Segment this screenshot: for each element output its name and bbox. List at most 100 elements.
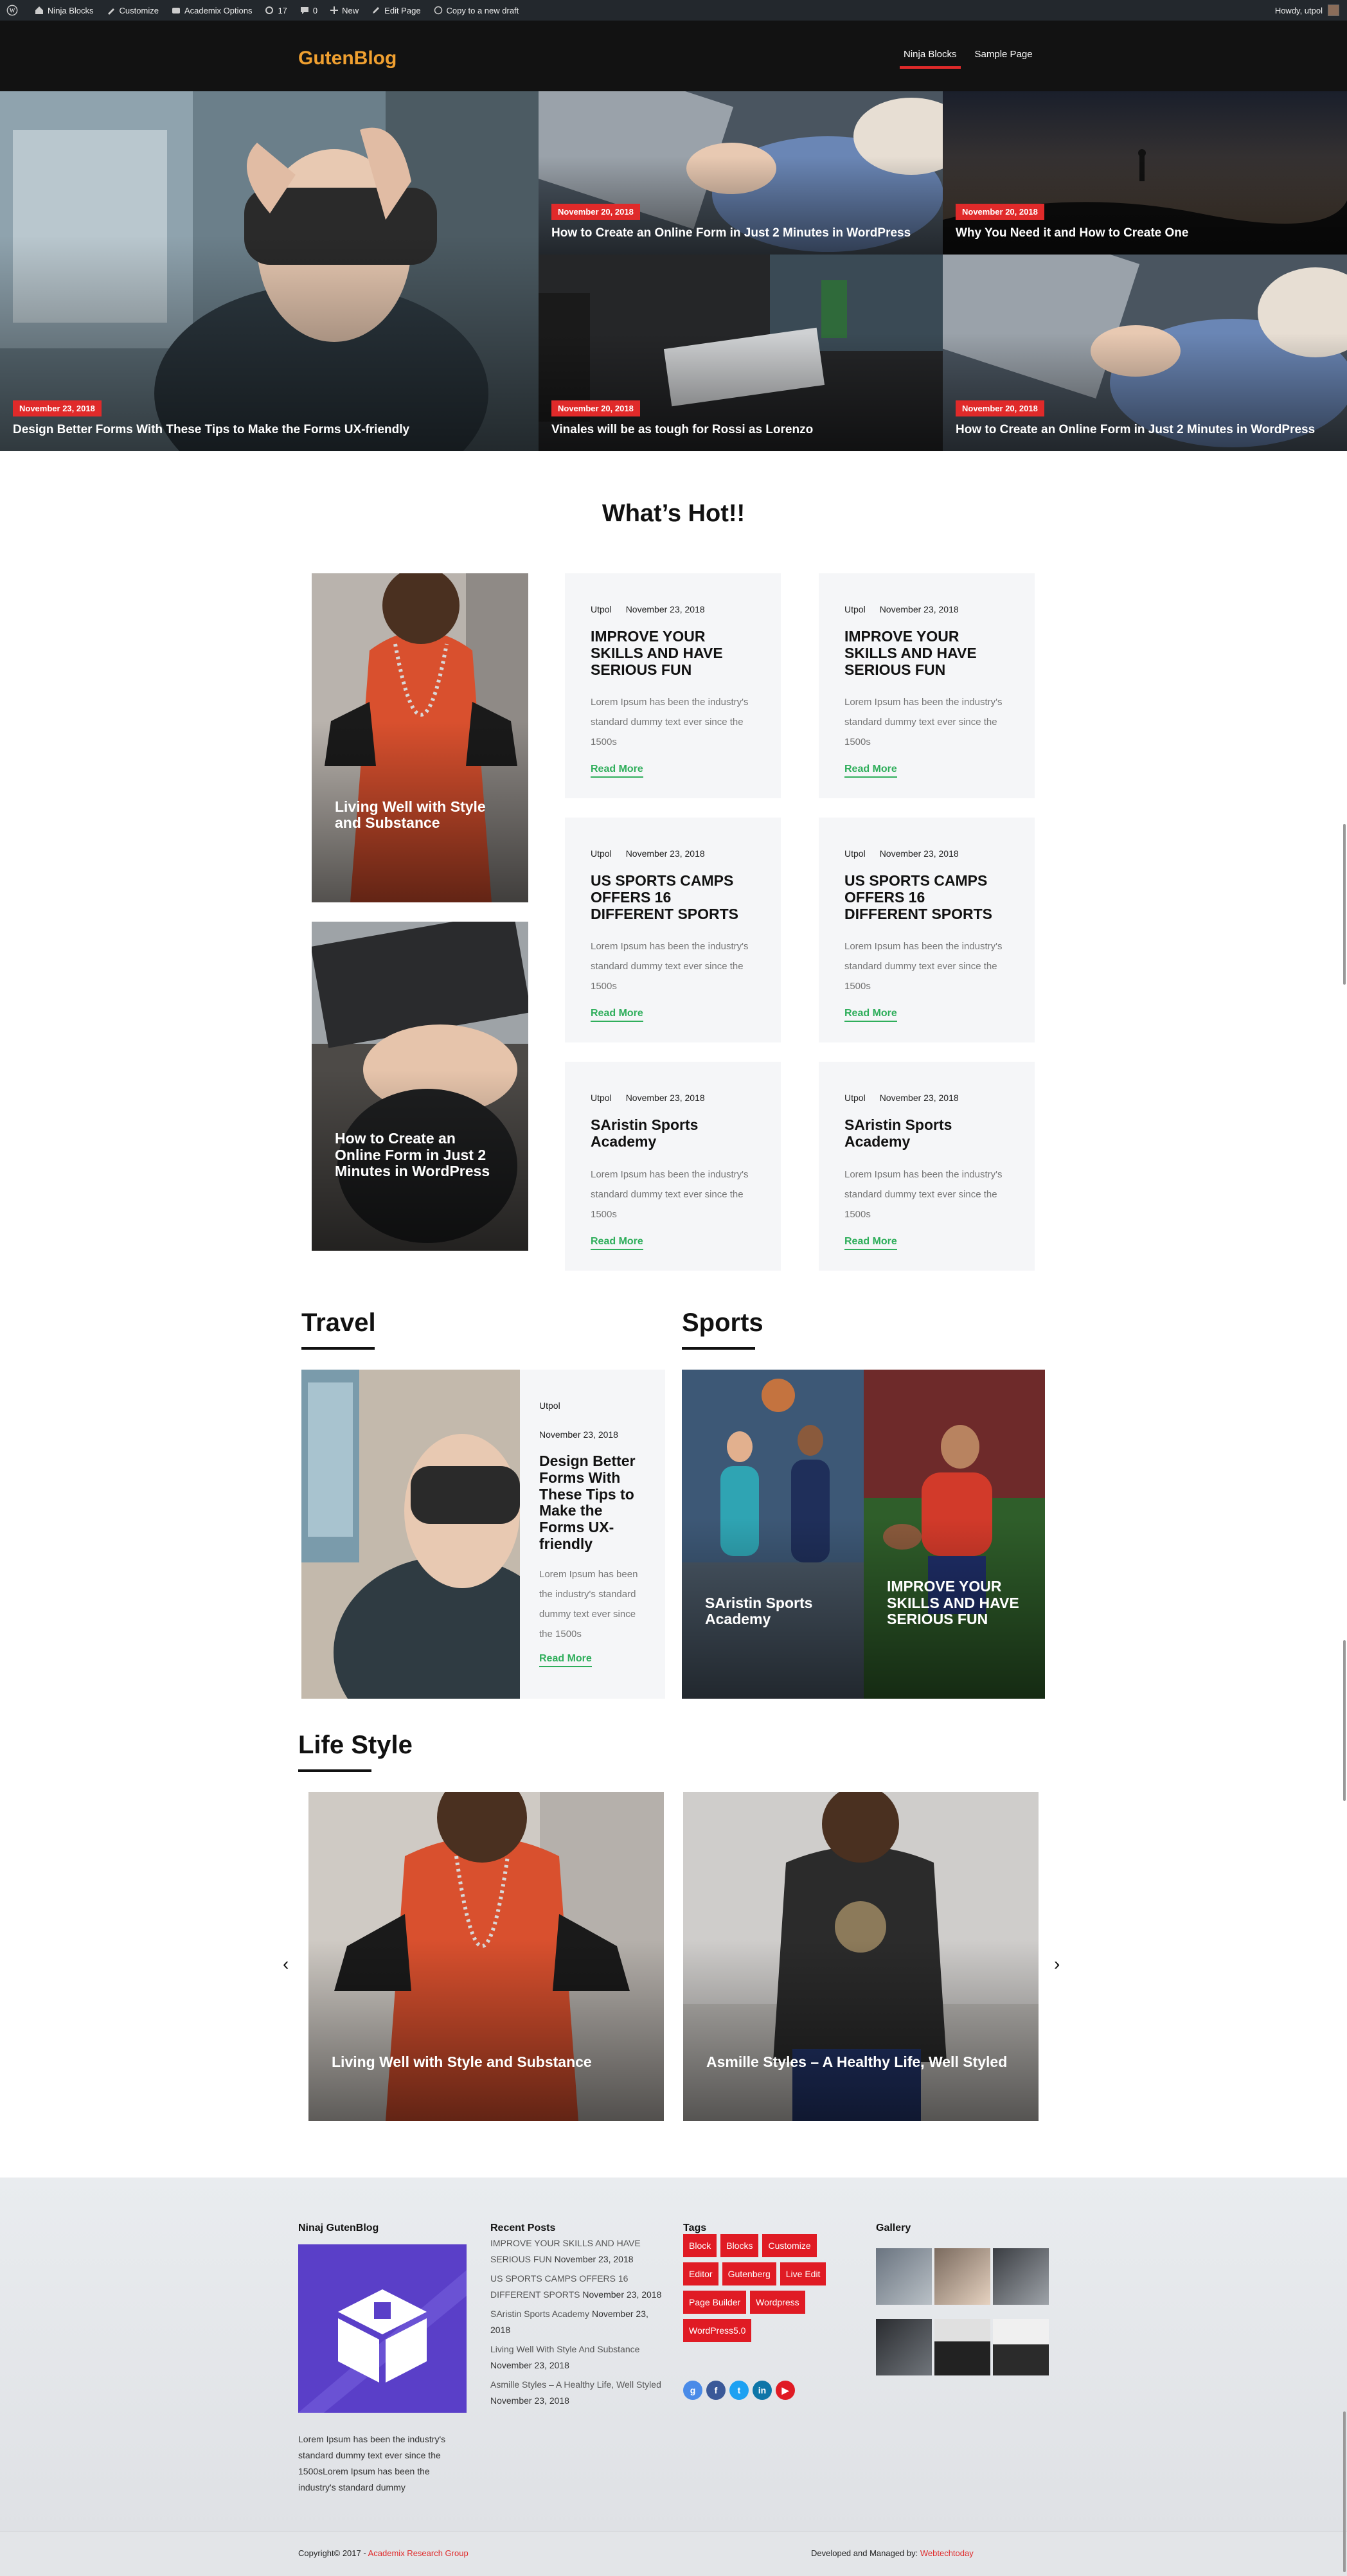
post-date: November 23, 2018 [625, 604, 705, 614]
gallery-thumb[interactable] [934, 2248, 990, 2305]
gallery-thumb[interactable] [876, 2319, 932, 2375]
post-date: November 23, 2018 [879, 1093, 959, 1103]
hero-title[interactable]: Design Better Forms With These Tips to M… [13, 423, 526, 437]
gallery-thumb[interactable] [993, 2319, 1049, 2375]
tag-link[interactable]: Gutenberg [722, 2262, 776, 2285]
post-meta: Utpol November 23, 2018 [844, 1093, 1009, 1103]
read-more-link[interactable]: Read More [591, 1236, 643, 1250]
post-title[interactable]: Design Better Forms With These Tips to M… [539, 1453, 646, 1553]
scrollbar-thumb[interactable] [1343, 824, 1346, 985]
hero-tile-4[interactable]: November 20, 2018 Vinales will be as tou… [539, 255, 943, 451]
post-author[interactable]: Utpol [844, 848, 866, 859]
sports-card-1[interactable]: SAristin Sports Academy [682, 1370, 864, 1699]
read-more-link[interactable]: Read More [591, 764, 643, 778]
tag-link[interactable]: Wordpress [750, 2291, 805, 2314]
read-more-link[interactable]: Read More [591, 1008, 643, 1023]
hot-image-card-1[interactable]: Living Well with Style and Substance [312, 573, 528, 902]
hero-title[interactable]: Vinales will be as tough for Rossi as Lo… [551, 423, 930, 437]
post-author[interactable]: Utpol [591, 1093, 612, 1103]
post-title[interactable]: IMPROVE YOUR SKILLS AND HAVE SERIOUS FUN [591, 628, 755, 678]
admin-copy-draft-link[interactable]: Copy to a new draft [427, 0, 526, 21]
tag-link[interactable]: WordPress5.0 [683, 2319, 752, 2342]
lifestyle-heading: Life Style [298, 1731, 413, 1759]
hero-title[interactable]: How to Create an Online Form in Just 2 M… [551, 226, 930, 240]
recent-post-link[interactable]: SAristin Sports Academy [490, 2309, 589, 2319]
carousel-prev-button[interactable]: ‹ [283, 1954, 289, 1974]
developer-link[interactable]: Webtechtoday [920, 2548, 974, 2558]
tag-link[interactable]: Live Edit [780, 2262, 826, 2285]
nav-item-ninja-blocks[interactable]: Ninja Blocks [900, 40, 961, 69]
card-shade [683, 1792, 1039, 2121]
tag-link[interactable]: Editor [683, 2262, 718, 2285]
post-title[interactable]: US SPORTS CAMPS OFFERS 16 DIFFERENT SPOR… [591, 872, 755, 922]
admin-academix-link[interactable]: Academix Options [165, 0, 259, 21]
admin-customize-link[interactable]: Customize [100, 0, 165, 21]
admin-edit-page-link[interactable]: Edit Page [365, 0, 427, 21]
gallery-thumb[interactable] [876, 2248, 932, 2305]
tag-link[interactable]: Block [683, 2234, 717, 2257]
read-more-link[interactable]: Read More [844, 764, 897, 778]
post-author[interactable]: Utpol [844, 1093, 866, 1103]
page-scrollbar[interactable] [1342, 21, 1347, 2576]
hero-tile-5[interactable]: November 20, 2018 How to Create an Onlin… [943, 255, 1347, 451]
copyright-prefix: Copyright© 2017 - [298, 2548, 366, 2558]
site-logo[interactable]: GutenBlog [298, 48, 397, 69]
post-author[interactable]: Utpol [591, 604, 612, 614]
post-author[interactable]: Utpol [844, 604, 866, 614]
tag-link[interactable]: Customize [762, 2234, 817, 2257]
read-more-link[interactable]: Read More [539, 1653, 592, 1667]
card-title[interactable]: How to Create an Online Form in Just 2 M… [335, 1130, 505, 1180]
gallery-thumb[interactable] [934, 2319, 990, 2375]
card-title[interactable]: Asmille Styles – A Healthy Life, Well St… [706, 2053, 1015, 2071]
date-badge: November 20, 2018 [956, 204, 1044, 220]
copyright-link[interactable]: Academix Research Group [368, 2548, 468, 2558]
post-author[interactable]: Utpol [539, 1398, 560, 1414]
post-meta: Utpol November 23, 2018 [844, 604, 1009, 614]
nav-item-sample-page[interactable]: Sample Page [975, 40, 1033, 69]
footer-gallery-heading: Gallery [876, 2223, 911, 2233]
post-title[interactable]: US SPORTS CAMPS OFFERS 16 DIFFERENT SPOR… [844, 872, 1009, 922]
scrollbar-thumb[interactable] [1343, 1640, 1346, 1801]
lifestyle-card-2[interactable]: Asmille Styles – A Healthy Life, Well St… [683, 1792, 1039, 2121]
lifestyle-card-1[interactable]: Living Well with Style and Substance [308, 1792, 664, 2121]
tag-link[interactable]: Blocks [720, 2234, 759, 2257]
tag-link[interactable]: Page Builder [683, 2291, 747, 2314]
post-title[interactable]: IMPROVE YOUR SKILLS AND HAVE SERIOUS FUN [844, 628, 1009, 678]
post-author[interactable]: Utpol [591, 848, 612, 859]
youtube-icon[interactable]: ▶ [776, 2381, 795, 2400]
admin-site-link[interactable]: Ninja Blocks [28, 0, 100, 21]
hot-image-card-2[interactable]: How to Create an Online Form in Just 2 M… [312, 922, 528, 1251]
hero-tile-3[interactable]: November 20, 2018 Why You Need it and Ho… [943, 91, 1347, 255]
main-nav: Ninja Blocks Sample Page [895, 40, 1042, 69]
card-title[interactable]: SAristin Sports Academy [705, 1595, 841, 1629]
facebook-icon[interactable]: f [706, 2381, 726, 2400]
admin-comments-link[interactable]: 0 [294, 0, 324, 21]
card-title[interactable]: Living Well with Style and Substance [332, 2053, 641, 2071]
recent-post-link[interactable]: Living Well With Style And Substance [490, 2344, 639, 2354]
wordpress-logo-icon[interactable]: W [0, 0, 28, 21]
hero-tile-2[interactable]: November 20, 2018 How to Create an Onlin… [539, 91, 943, 255]
admin-new-link[interactable]: New [324, 0, 365, 21]
travel-image[interactable] [301, 1370, 520, 1699]
hero-title[interactable]: How to Create an Online Form in Just 2 M… [956, 423, 1334, 437]
scrollbar-thumb[interactable] [1343, 2411, 1346, 2572]
read-more-link[interactable]: Read More [844, 1008, 897, 1023]
read-more-link[interactable]: Read More [844, 1236, 897, 1250]
sports-card-2[interactable]: IMPROVE YOUR SKILLS AND HAVE SERIOUS FUN [864, 1370, 1045, 1699]
card-shade [312, 573, 528, 902]
admin-updates-link[interactable]: 17 [258, 0, 293, 21]
twitter-icon[interactable]: t [729, 2381, 749, 2400]
carousel-next-button[interactable]: › [1054, 1954, 1060, 1974]
admin-account[interactable]: Howdy, utpol [1275, 4, 1347, 16]
recent-post-link[interactable]: Asmille Styles – A Healthy Life, Well St… [490, 2379, 661, 2390]
google-plus-icon[interactable]: g [683, 2381, 702, 2400]
card-title[interactable]: Living Well with Style and Substance [335, 798, 505, 832]
post-title[interactable]: SAristin Sports Academy [844, 1116, 1009, 1150]
post-title[interactable]: SAristin Sports Academy [591, 1116, 755, 1150]
hero-tile-1[interactable]: November 23, 2018 Design Better Forms Wi… [0, 91, 539, 451]
gallery-thumb[interactable] [993, 2248, 1049, 2305]
hero-title[interactable]: Why You Need it and How to Create One [956, 226, 1334, 240]
date-badge: November 20, 2018 [551, 400, 640, 417]
linkedin-icon[interactable]: in [753, 2381, 772, 2400]
card-title[interactable]: IMPROVE YOUR SKILLS AND HAVE SERIOUS FUN [887, 1578, 1022, 1628]
